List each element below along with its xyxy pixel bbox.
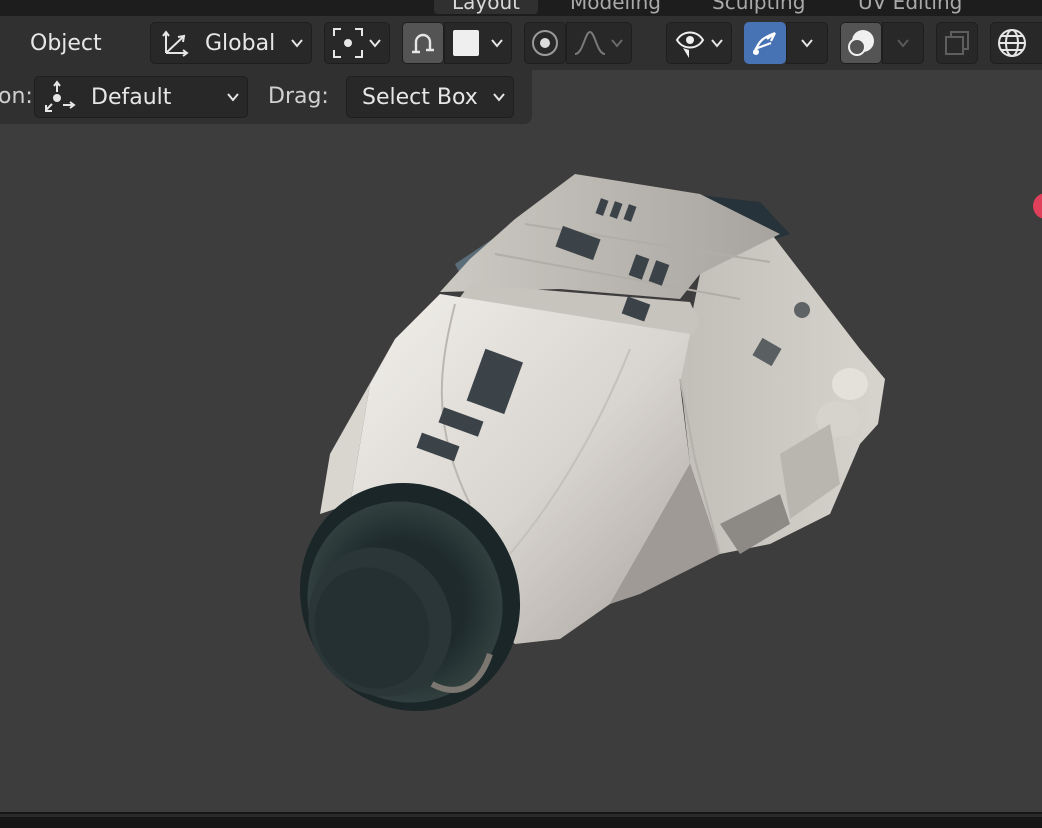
- gizmo-dropdown[interactable]: [786, 22, 828, 64]
- falloff-curve-icon: [574, 30, 606, 55]
- gizmo-toggle[interactable]: [744, 22, 786, 64]
- overlays-dropdown[interactable]: [882, 22, 924, 64]
- object-visibility-dropdown[interactable]: [666, 22, 732, 64]
- spacecraft-model[interactable]: [0, 124, 1042, 812]
- proportional-falloff-dropdown[interactable]: [566, 22, 632, 64]
- snap-toggle[interactable]: [402, 22, 444, 64]
- proportional-editing-icon: [532, 30, 558, 56]
- pivot-point-dropdown[interactable]: [324, 22, 390, 64]
- chevron-down-icon: [369, 39, 381, 48]
- pivot-point-icon: [333, 28, 363, 58]
- orientation-label: on:: [0, 84, 33, 109]
- snap-magnet-icon: [412, 33, 434, 54]
- tool-settings-bar: on: Default Drag: Select Box: [0, 70, 532, 124]
- status-bar: [0, 812, 1042, 828]
- transform-orientation-value: Global: [205, 30, 276, 56]
- snap-increment-icon: [453, 30, 479, 56]
- object-menu-label: Object: [30, 30, 102, 56]
- xray-toggle[interactable]: [936, 22, 978, 64]
- wireframe-shading-icon: [998, 29, 1026, 57]
- snap-target-dropdown[interactable]: [444, 22, 512, 64]
- tab-sculpting[interactable]: Sculpting: [694, 0, 823, 14]
- chevron-down-icon: [491, 39, 503, 48]
- proportional-editing-toggle[interactable]: [524, 22, 566, 64]
- drag-action-dropdown[interactable]: Select Box: [346, 76, 514, 118]
- tab-modeling[interactable]: Modeling: [552, 0, 679, 14]
- wireframe-shading-button[interactable]: [990, 22, 1042, 64]
- workspace-tab-bar: Layout Modeling Sculpting UV Editing: [0, 0, 1042, 16]
- transform-orientation-dropdown[interactable]: Global: [150, 22, 312, 64]
- viewport-header: Object Global: [0, 16, 1042, 70]
- chevron-down-icon: [897, 39, 909, 48]
- visibility-eye-icon: [675, 31, 705, 58]
- xray-icon: [945, 31, 969, 55]
- tab-layout[interactable]: Layout: [434, 0, 538, 14]
- chevron-down-icon: [291, 39, 303, 48]
- drag-label: Drag:: [268, 84, 329, 109]
- chevron-down-icon: [227, 93, 239, 102]
- object-menu[interactable]: Object: [18, 22, 122, 64]
- 3d-viewport[interactable]: [0, 124, 1042, 812]
- overlays-icon: [848, 30, 874, 56]
- drag-action-value: Select Box: [362, 84, 478, 110]
- chevron-down-icon: [801, 39, 813, 48]
- transform-orientation-icon: [162, 30, 189, 57]
- chevron-down-icon: [711, 39, 723, 48]
- chevron-down-icon: [611, 39, 623, 48]
- overlays-toggle[interactable]: [840, 22, 882, 64]
- chevron-down-icon: [493, 93, 505, 102]
- orientation-value: Default: [91, 84, 172, 110]
- orientation-dropdown[interactable]: Default: [34, 76, 248, 118]
- tab-uv-editing[interactable]: UV Editing: [840, 0, 980, 14]
- gizmo-icon: [752, 31, 776, 55]
- transform-orientation-default-icon: [45, 80, 76, 112]
